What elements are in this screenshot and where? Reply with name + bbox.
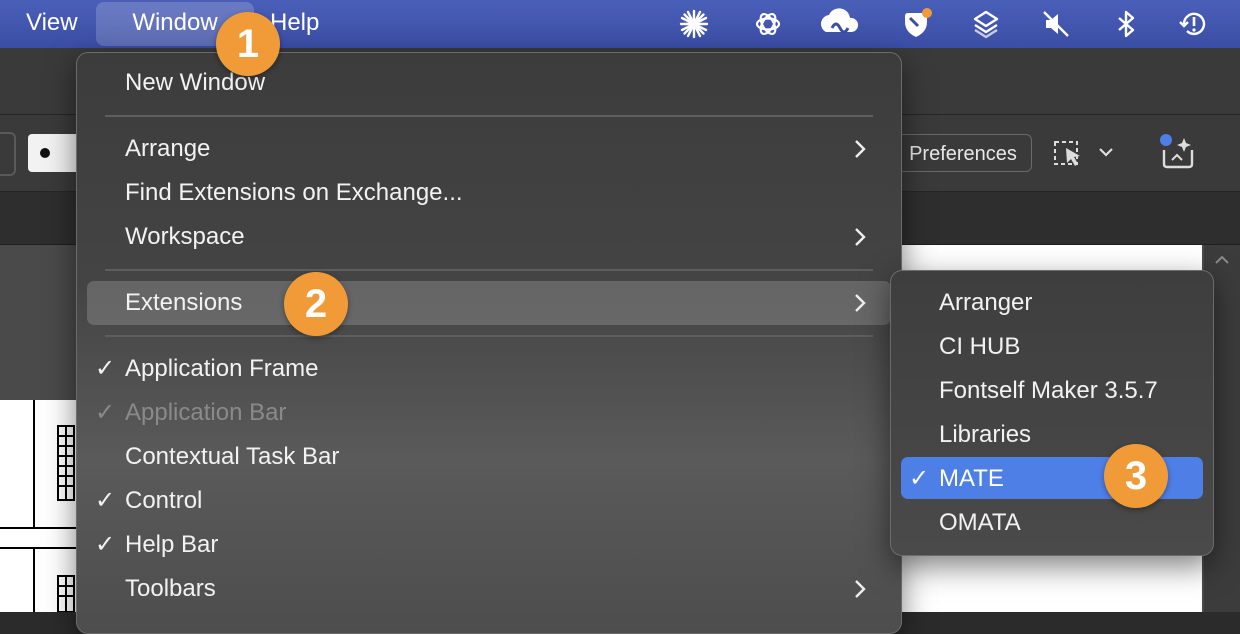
menu-item-application-bar: Application Bar	[125, 399, 287, 426]
chevron-right-icon	[855, 228, 866, 246]
dot-icon	[40, 148, 50, 158]
checkmark-icon: ✓	[95, 399, 116, 426]
menu-item-arrange[interactable]: Arrange	[125, 129, 210, 169]
submenu-item-omata[interactable]: OMATA	[939, 503, 1021, 543]
checkmark-icon: ✓	[95, 355, 116, 382]
transform-icon[interactable]	[1052, 136, 1088, 170]
generative-icon[interactable]	[1158, 132, 1198, 172]
mute-icon[interactable]	[1040, 8, 1072, 40]
openai-icon[interactable]	[752, 8, 784, 40]
menu-item-toolbars[interactable]: Toolbars	[125, 569, 216, 609]
bluetooth-icon[interactable]	[1110, 8, 1142, 40]
chevron-right-icon	[855, 294, 866, 312]
artboard-left	[0, 400, 76, 612]
chevron-right-icon	[855, 580, 866, 598]
stroke-swatch[interactable]	[28, 134, 76, 172]
scroll-up-arrow-icon[interactable]	[1212, 250, 1232, 270]
menubar: View Window Help	[0, 0, 1240, 48]
step-badge-2: 2	[284, 272, 348, 336]
step-badge-3: 3	[1104, 444, 1168, 508]
submenu-item-mate[interactable]: MATE	[939, 459, 1004, 499]
step-badge-1: 1	[216, 12, 280, 76]
creative-cloud-icon[interactable]	[820, 8, 860, 40]
window-menu: New Window Arrange Find Extensions on Ex…	[76, 52, 902, 634]
menu-item-help-bar[interactable]: Help Bar	[125, 525, 218, 565]
checkmark-icon: ✓	[95, 487, 116, 514]
menu-item-contextual-task-bar[interactable]: Contextual Task Bar	[125, 437, 339, 477]
checkmark-icon: ✓	[95, 531, 116, 558]
submenu-item-fontself-maker[interactable]: Fontself Maker 3.5.7	[939, 371, 1158, 411]
menu-item-find-extensions[interactable]: Find Extensions on Exchange...	[125, 173, 463, 213]
menu-item-application-frame[interactable]: Application Frame	[125, 349, 318, 389]
menu-separator	[105, 335, 873, 337]
menu-item-extensions[interactable]: Extensions	[125, 283, 242, 323]
menu-item-control[interactable]: Control	[125, 481, 202, 521]
chevron-right-icon	[855, 140, 866, 158]
perplexity-icon[interactable]	[678, 8, 710, 40]
chevron-down-icon[interactable]	[1098, 146, 1114, 158]
layers-app-icon[interactable]	[970, 8, 1002, 40]
time-machine-icon[interactable]	[1178, 8, 1210, 40]
menubar-view[interactable]: View	[26, 0, 78, 48]
menu-separator	[105, 269, 873, 271]
menu-separator	[105, 115, 873, 117]
notification-app-icon[interactable]	[900, 8, 932, 40]
submenu-item-arranger[interactable]: Arranger	[939, 283, 1032, 323]
extensions-submenu: Arranger CI HUB Fontself Maker 3.5.7 Lib…	[890, 270, 1214, 556]
preferences-button[interactable]: Preferences	[894, 134, 1032, 172]
submenu-item-libraries[interactable]: Libraries	[939, 415, 1031, 455]
dropdown-fragment[interactable]	[0, 132, 16, 176]
submenu-item-ci-hub[interactable]: CI HUB	[939, 327, 1020, 367]
checkmark-icon: ✓	[909, 465, 930, 492]
menu-item-workspace[interactable]: Workspace	[125, 217, 245, 257]
